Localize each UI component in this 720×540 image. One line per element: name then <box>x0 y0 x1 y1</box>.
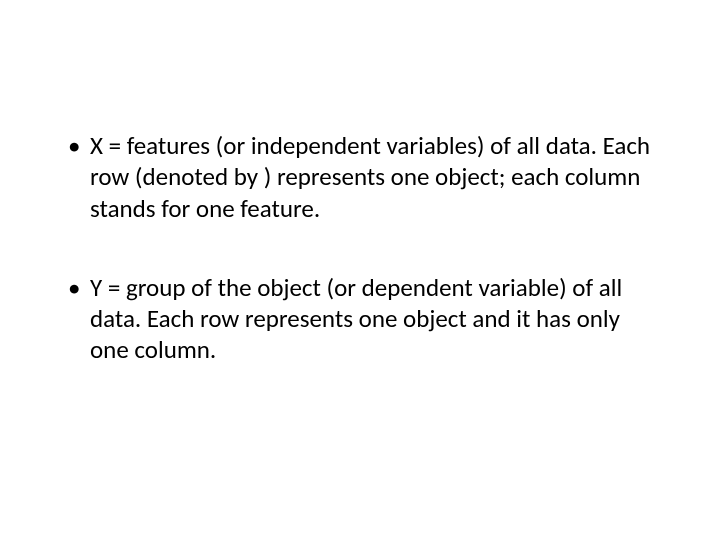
list-item: Y = group of the object (or dependent va… <box>60 272 660 366</box>
bullet-text: X = features (or independent variables) … <box>90 130 650 224</box>
list-item: X = features (or independent variables) … <box>60 130 660 224</box>
slide-content: X = features (or independent variables) … <box>0 0 720 540</box>
bullet-list: X = features (or independent variables) … <box>60 130 660 366</box>
bullet-text: Y = group of the object (or dependent va… <box>90 272 622 366</box>
